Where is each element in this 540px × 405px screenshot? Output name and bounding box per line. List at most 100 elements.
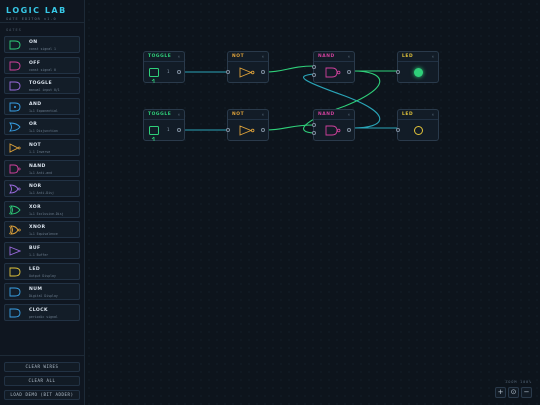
gate-item-name: XOR (29, 204, 42, 210)
gate-item-nand[interactable]: NAND 1+1 Anti-and (4, 159, 80, 177)
node-header[interactable]: NAND × (314, 110, 354, 120)
toggle-node-bottom[interactable]: TOGGLE × 1 (143, 109, 185, 141)
gate-item-not[interactable]: NOT 1-1 Inverse (4, 138, 80, 156)
clear-all-button[interactable]: CLEAR ALL (4, 376, 80, 386)
gates-section-label: GATES (6, 28, 22, 32)
gate-item-name: NUM (29, 287, 43, 293)
gate-item-xor[interactable]: XOR 1+1 Exclusive-Disj (4, 200, 80, 218)
divider (0, 22, 85, 23)
gate-item-on[interactable]: ON const signal 1 (4, 36, 80, 53)
node-header[interactable]: LED × (398, 52, 438, 62)
node-header[interactable]: NAND × (314, 52, 354, 62)
toggle-value: 1 (167, 127, 170, 132)
wire-not-top-to-nand-top (265, 65, 315, 73)
gate-item-toggle[interactable]: TOGGLE manual input 0/1 (4, 77, 80, 95)
input-port[interactable] (312, 73, 316, 77)
gate-item-nor[interactable]: NOR 1+1 Anti-Disj (4, 180, 80, 198)
gate-item-name: TOGGLE (29, 81, 53, 87)
off-gate-icon (9, 61, 21, 71)
close-icon[interactable]: × (432, 112, 434, 117)
not-gate-icon (9, 143, 21, 153)
zoom-out-button[interactable]: − (521, 387, 532, 398)
output-port[interactable] (261, 70, 265, 74)
node-label: LED (402, 112, 414, 118)
gate-item-desc: Digital Display (29, 294, 58, 299)
gate-item-buf[interactable]: BUF 1-1 Buffer (4, 241, 80, 259)
toggle-value: 1 (167, 69, 170, 74)
gate-item-name: OR (29, 122, 38, 128)
not-node-bottom[interactable]: NOT × (226, 109, 269, 141)
node-header[interactable]: TOGGLE × (144, 110, 184, 120)
input-port[interactable] (312, 131, 316, 135)
nand-node-top[interactable]: NAND × (312, 51, 355, 83)
input-port[interactable] (226, 128, 230, 132)
gate-item-name: OFF (29, 60, 41, 66)
gate-item-clock[interactable]: CLOCK periodic signal (4, 303, 80, 321)
toggle-node-top[interactable]: TOGGLE × 1 (143, 51, 185, 83)
zoom-level: ZOOM 100% (505, 380, 532, 384)
output-port[interactable] (261, 128, 265, 132)
input-port[interactable] (396, 70, 400, 74)
node-label: TOGGLE (148, 54, 172, 60)
node-label: NAND (318, 54, 335, 60)
close-icon[interactable]: × (178, 54, 180, 59)
toggle-switch-icon (151, 136, 155, 141)
circuit-canvas[interactable]: TOGGLE × 1 NOT × NAND × LED × TOGGLE × 1 NOT × (85, 0, 540, 405)
node-header[interactable]: NOT × (228, 52, 268, 62)
wire-not-bottom-to-nand-bottom (265, 124, 315, 131)
gate-item-name: NOT (29, 142, 42, 148)
nand-gate-icon (9, 164, 21, 174)
clear-wires-button[interactable]: CLEAR WIRES (4, 362, 80, 372)
not-node-top[interactable]: NOT × (226, 51, 269, 83)
zoom-reset-button[interactable]: ⊙ (508, 387, 519, 398)
node-label: LED (402, 54, 414, 60)
close-icon[interactable]: × (348, 54, 350, 59)
node-header[interactable]: LED × (398, 110, 438, 120)
close-icon[interactable]: × (432, 54, 434, 59)
brand: LOGIC LAB GATE EDITOR v1.0 (6, 6, 67, 21)
gate-item-desc: manual input 0/1 (29, 88, 60, 93)
output-port[interactable] (177, 70, 181, 74)
gate-item-xnor[interactable]: XNOR 1+1 Equivalence (4, 221, 80, 239)
input-port[interactable] (396, 128, 400, 132)
or-gate-icon (9, 122, 21, 132)
gate-item-led[interactable]: LED Output Display (4, 262, 80, 280)
gate-item-and[interactable]: AND 1+1 Exponential (4, 97, 80, 115)
zoom-in-button[interactable]: + (495, 387, 506, 398)
and-gate-icon (9, 102, 21, 112)
nand-node-bottom[interactable]: NAND × (312, 109, 355, 141)
output-port[interactable] (347, 128, 351, 132)
gate-item-name: BUF (29, 245, 41, 251)
on-gate-icon (9, 40, 21, 50)
input-port[interactable] (312, 65, 316, 69)
node-label: NOT (232, 112, 245, 118)
close-icon[interactable]: × (262, 112, 264, 117)
gate-item-name: AND (29, 101, 42, 107)
led-node-bottom[interactable]: LED × (396, 109, 439, 141)
gate-item-num[interactable]: NUM Digital Display (4, 283, 80, 301)
toggle-switch[interactable] (149, 126, 159, 141)
not-gate-icon (239, 67, 255, 78)
nand-gate-icon (325, 67, 341, 78)
gate-item-desc: 1+1 Anti-Disj (29, 191, 54, 196)
input-port[interactable] (312, 123, 316, 127)
toggle-switch[interactable] (149, 68, 159, 83)
close-icon[interactable]: × (178, 112, 180, 117)
app-subtitle: GATE EDITOR v1.0 (6, 17, 57, 21)
node-header[interactable]: TOGGLE × (144, 52, 184, 62)
close-icon[interactable]: × (262, 54, 264, 59)
load-demo-button[interactable]: LOAD DEMO (BIT ADDER) (4, 390, 80, 400)
close-icon[interactable]: × (348, 112, 350, 117)
gate-item-or[interactable]: OR 1+1 Disjunction (4, 118, 80, 136)
output-port[interactable] (177, 128, 181, 132)
toggle-switch-icon (151, 78, 155, 83)
node-header[interactable]: NOT × (228, 110, 268, 120)
output-port[interactable] (347, 70, 351, 74)
input-port[interactable] (226, 70, 230, 74)
led-node-top[interactable]: LED × (396, 51, 439, 83)
buf-gate-icon (9, 246, 21, 256)
gate-item-desc: periodic signal (29, 314, 58, 319)
num-gate-icon (9, 287, 21, 297)
gate-item-off[interactable]: OFF const signal 0 (4, 56, 80, 74)
xnor-gate-icon (9, 225, 21, 235)
